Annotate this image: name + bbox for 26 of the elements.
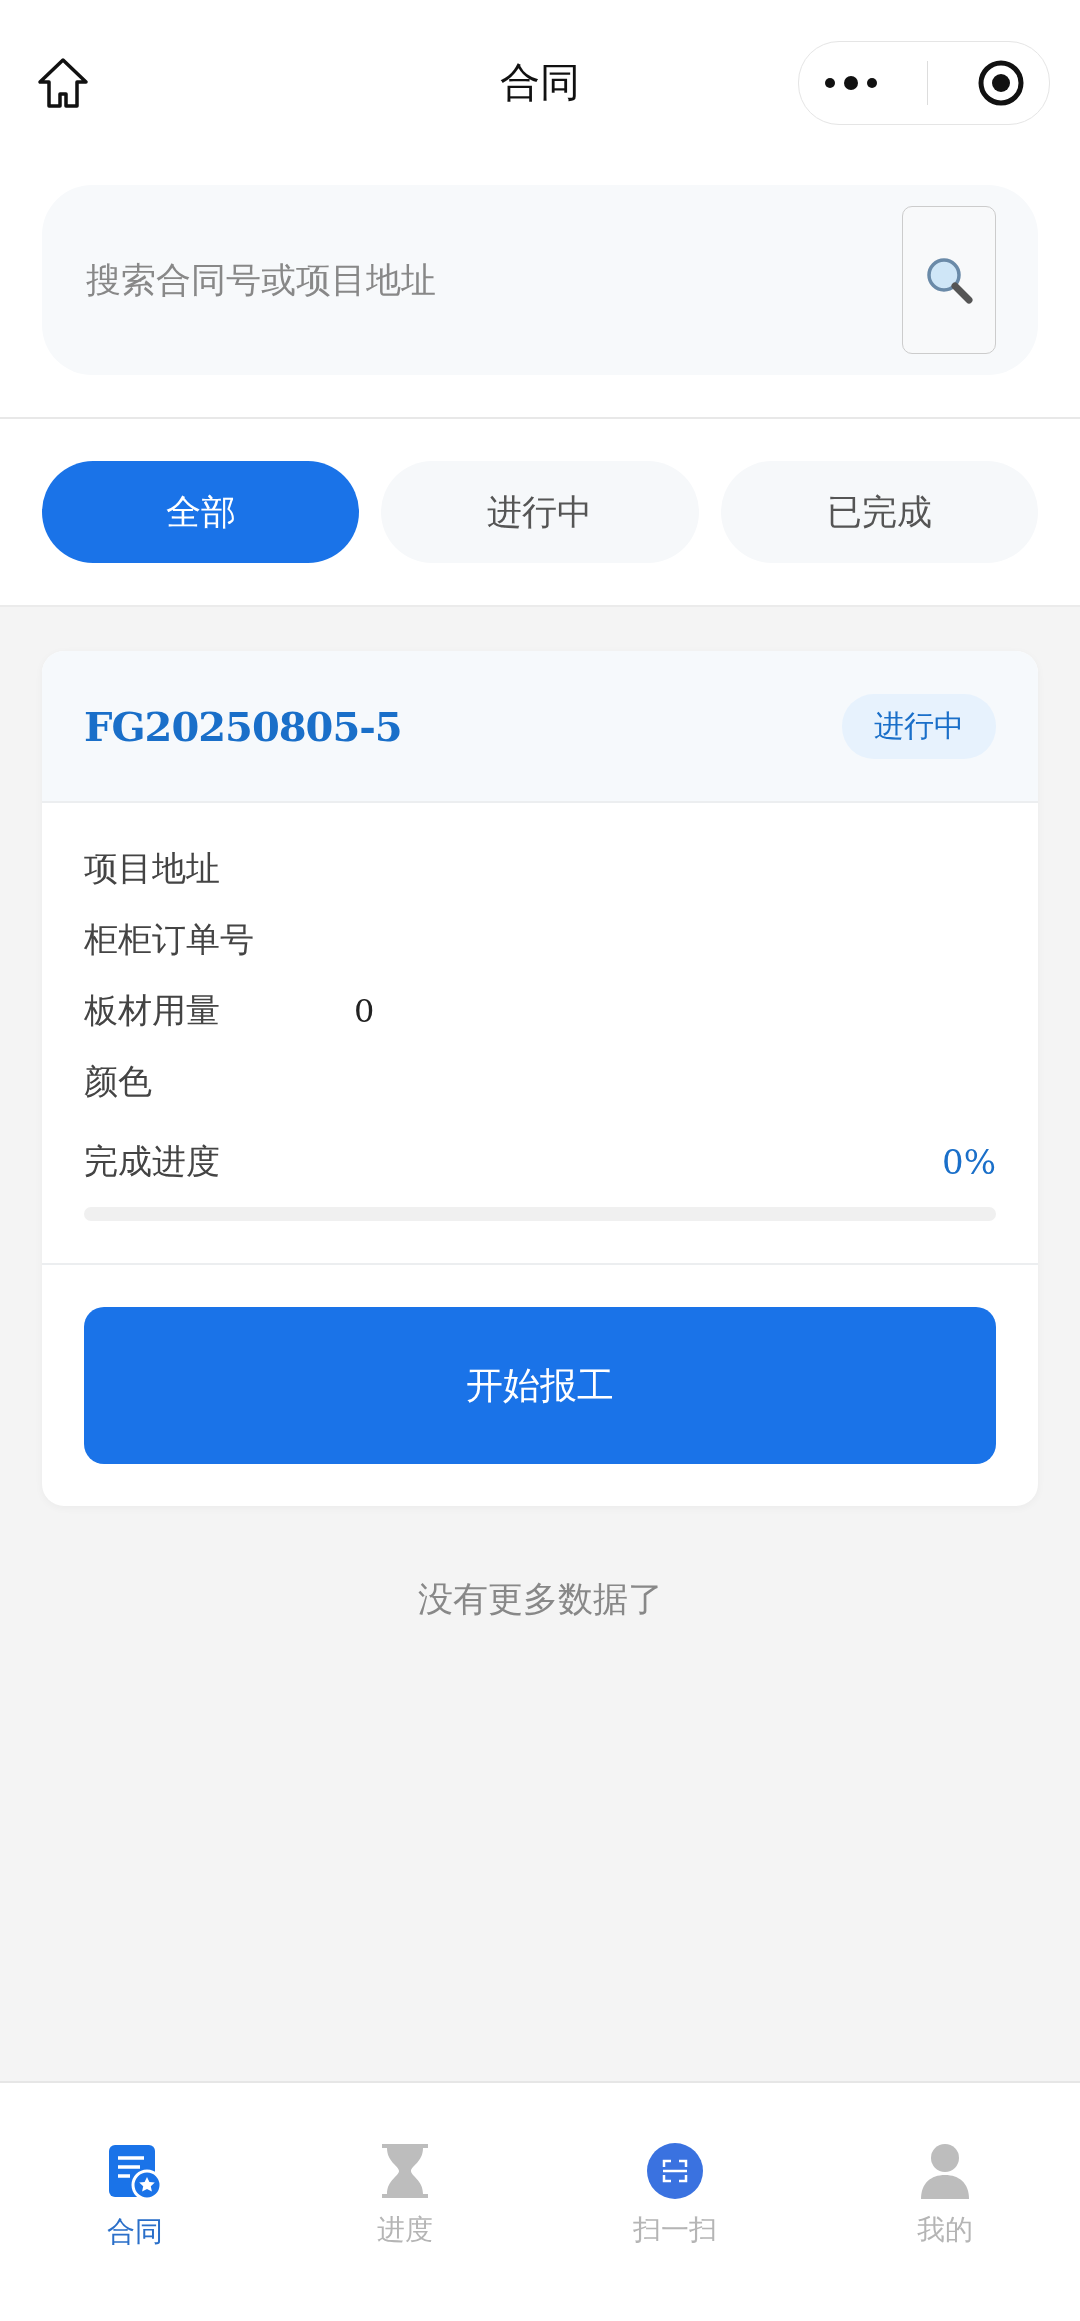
progress-label: 完成进度 bbox=[84, 1140, 220, 1183]
field-label: 柜柜订单号 bbox=[84, 917, 255, 961]
home-icon[interactable] bbox=[36, 55, 90, 110]
list-end-text: 没有更多数据了 bbox=[416, 1578, 664, 1621]
search-field[interactable]: 搜索合同号或项目地址 bbox=[84, 259, 902, 301]
progress-percent: 0% bbox=[942, 1142, 996, 1182]
search-icon bbox=[924, 255, 974, 305]
scan-icon bbox=[647, 2143, 703, 2199]
more-icon[interactable] bbox=[823, 74, 878, 91]
search-button[interactable] bbox=[902, 206, 996, 354]
field-label: 板材用量 bbox=[84, 988, 221, 1032]
field-label: 颜色 bbox=[84, 1059, 153, 1103]
contract-number: FG20250805-5 bbox=[84, 702, 402, 750]
page-title: 合同 bbox=[500, 58, 580, 107]
field-value: 0 bbox=[354, 991, 375, 1030]
field-label: 项目地址 bbox=[84, 846, 221, 890]
filter-tab[interactable]: 已完成 bbox=[720, 461, 1038, 563]
document-star-icon bbox=[107, 2143, 163, 2201]
tab-bar-item[interactable]: 合同 bbox=[0, 2143, 270, 2251]
person-icon bbox=[919, 2143, 971, 2199]
status-badge: 进行中 bbox=[842, 693, 996, 759]
start-report-button[interactable]: 开始报工 bbox=[84, 1307, 996, 1464]
hourglass-icon bbox=[380, 2143, 430, 2199]
filter-tab[interactable]: 全部 bbox=[42, 461, 360, 563]
target-icon[interactable] bbox=[976, 58, 1025, 107]
filter-tab[interactable]: 进行中 bbox=[381, 461, 699, 563]
